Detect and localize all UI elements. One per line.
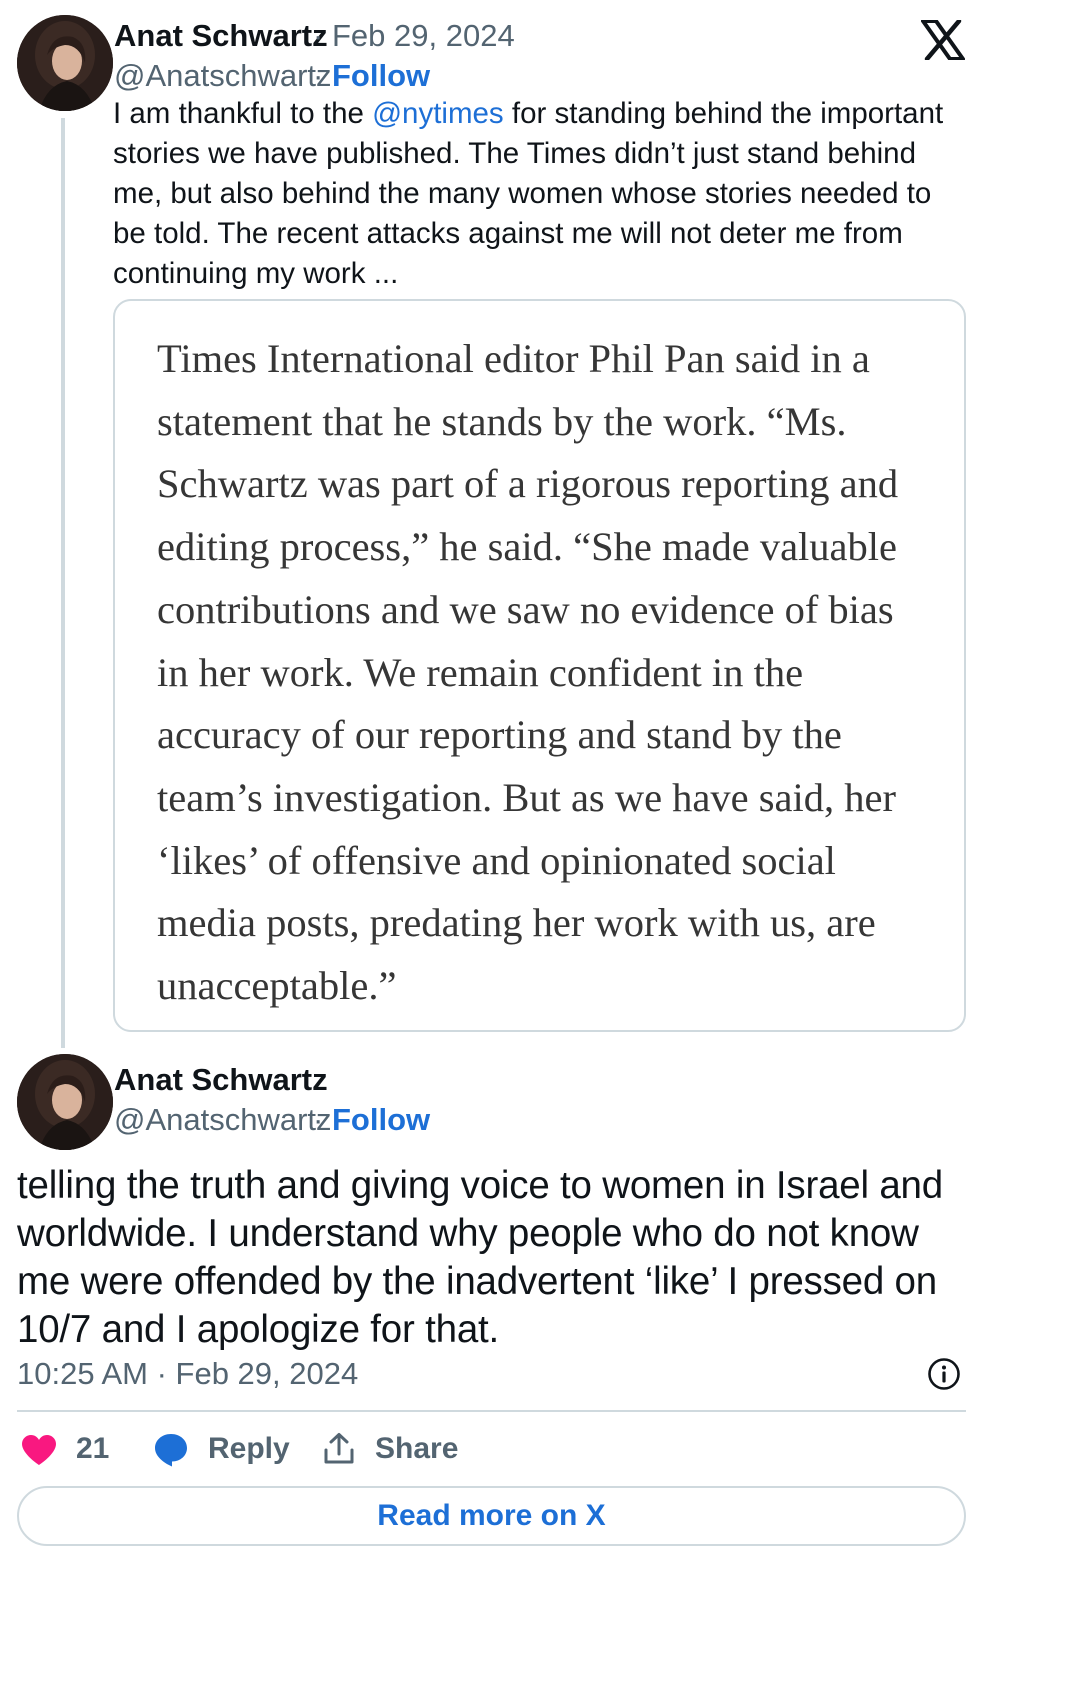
- info-icon[interactable]: [927, 1357, 961, 1391]
- attached-image-card[interactable]: Times International editor Phil Pan said…: [113, 299, 966, 1032]
- heart-icon: [22, 1435, 56, 1465]
- reply-label: Reply: [208, 1432, 290, 1465]
- post-date[interactable]: Feb 29, 2024: [332, 18, 515, 54]
- meta-separator: ·: [313, 58, 324, 93]
- avatar-portrait-image: [17, 15, 113, 111]
- thread-connector: [61, 118, 65, 1048]
- divider: [17, 1410, 966, 1412]
- share-label: Share: [375, 1432, 459, 1465]
- follow-button[interactable]: Follow: [332, 1102, 430, 1138]
- tweet-text: I am thankful to the @nytimes for standi…: [113, 94, 968, 294]
- avatar[interactable]: [17, 15, 113, 111]
- meta-separator: ·: [313, 18, 324, 53]
- timestamp[interactable]: 10:25 AM · Feb 29, 2024: [17, 1356, 358, 1392]
- read-more-button[interactable]: Read more on X: [17, 1486, 966, 1546]
- x-logo-icon[interactable]: [921, 18, 965, 62]
- tweet-text-start: I am thankful to the: [113, 97, 373, 130]
- author-handle[interactable]: @Anatschwartz: [114, 58, 332, 94]
- author-handle[interactable]: @Anatschwartz: [114, 1102, 332, 1138]
- reply-button[interactable]: Reply: [153, 1432, 290, 1472]
- reply-bubble-icon: [155, 1434, 187, 1467]
- share-button[interactable]: Share: [323, 1432, 458, 1472]
- tweet-text: telling the truth and giving voice to wo…: [17, 1164, 943, 1351]
- meta-separator: ·: [313, 1102, 324, 1137]
- read-more-label: Read more on X: [377, 1499, 606, 1532]
- like-button[interactable]: 21: [21, 1432, 111, 1472]
- avatar-portrait-image: [17, 1054, 113, 1150]
- follow-button[interactable]: Follow: [332, 58, 430, 94]
- attached-image-text: Times International editor Phil Pan said…: [157, 336, 899, 1009]
- author-name[interactable]: Anat Schwartz: [114, 1062, 328, 1098]
- avatar[interactable]: [17, 1054, 113, 1150]
- share-upload-icon: [324, 1433, 354, 1464]
- author-name[interactable]: Anat Schwartz: [114, 18, 328, 54]
- like-count: 21: [76, 1432, 110, 1465]
- mention-link[interactable]: @nytimes: [372, 97, 504, 130]
